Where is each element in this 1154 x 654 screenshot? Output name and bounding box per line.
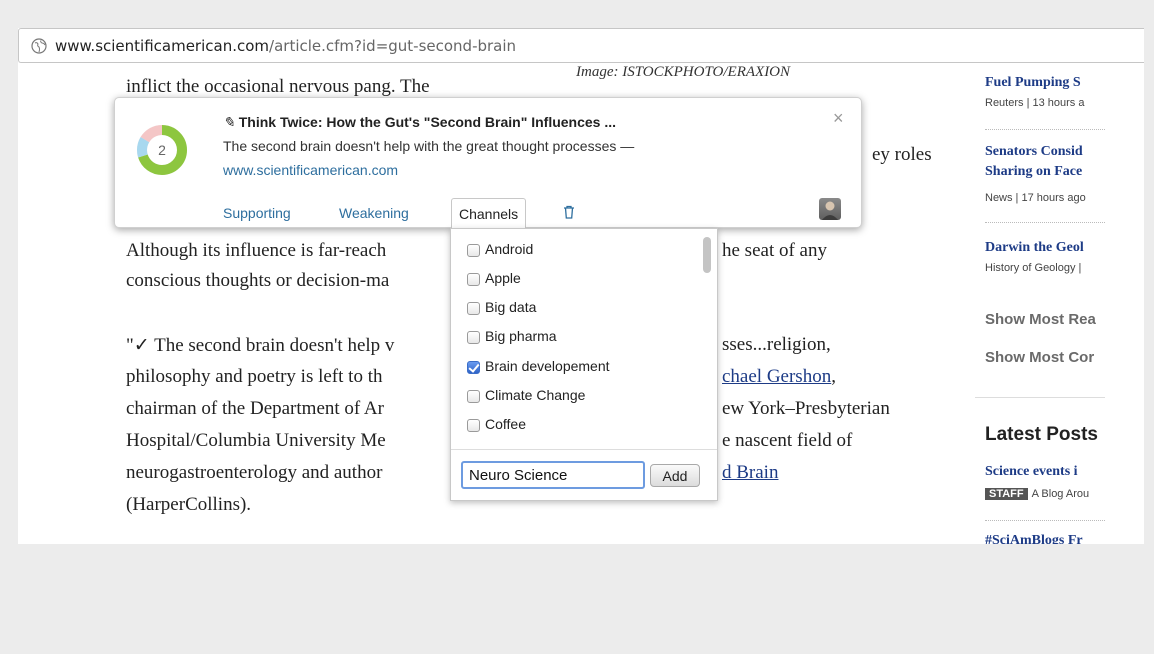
pencil-icon: ✎ — [223, 114, 235, 130]
article-text-line: inflict the occasional nervous pang. The — [126, 76, 430, 97]
add-channel-button[interactable]: Add — [650, 464, 700, 487]
quote-text-line: philosophy and poetry is left to th — [126, 366, 383, 387]
sidebar-headline[interactable]: Darwin the Geol — [985, 240, 1105, 256]
sidebar-meta: News | 17 hours ago — [985, 192, 1086, 204]
sidebar-headline[interactable]: Sharing on Face — [985, 164, 1105, 180]
checkbox[interactable] — [467, 390, 480, 403]
checkbox-checked[interactable] — [467, 361, 480, 374]
quote-text-line: (HarperCollins). — [126, 494, 252, 515]
quote-text-line: chairman of the Department of Ar — [126, 398, 384, 419]
quote-text-line: sses...religion, — [722, 334, 831, 355]
checkbox[interactable] — [467, 331, 480, 344]
checkbox[interactable] — [467, 302, 480, 315]
card-source-link[interactable]: www.scientificamerican.com — [223, 162, 398, 178]
sidebar-headline[interactable]: #SciAmBlogs Fr — [985, 533, 1105, 544]
card-description: The second brain doesn't help with the g… — [223, 138, 635, 154]
quote-text-line: Hospital/Columbia University Me — [126, 430, 386, 451]
quote-text-line: ew York–Presbyterian — [722, 398, 890, 419]
sidebar-meta: History of Geology | — [985, 262, 1082, 274]
annotation-card: 2 ✎ Think Twice: How the Gut's "Second Br… — [114, 97, 862, 228]
divider — [975, 397, 1105, 398]
quote-text-line: e nascent field of — [722, 430, 853, 451]
sidebar-meta: STAFF A Blog Arou — [985, 488, 1105, 500]
url-path: /article.cfm?id=gut-second-brain — [269, 37, 517, 55]
new-channel-input[interactable] — [461, 461, 645, 489]
avatar[interactable] — [819, 198, 841, 220]
address-bar[interactable]: www.scientificamerican.com/article.cfm?i… — [18, 28, 1144, 63]
sidebar-headline[interactable]: Fuel Pumping S — [985, 75, 1105, 91]
url-domain: www.scientificamerican.com — [55, 37, 270, 55]
divider — [451, 449, 717, 450]
divider — [985, 129, 1105, 130]
author-link[interactable]: chael Gershon — [722, 366, 831, 387]
sidebar-headline[interactable]: Science events i — [985, 464, 1105, 480]
globe-icon — [31, 38, 47, 54]
quote-text-line: neurogastroenterology and author — [126, 462, 383, 483]
divider — [985, 222, 1105, 223]
checkbox[interactable] — [467, 419, 480, 432]
book-link[interactable]: d Brain — [722, 462, 778, 483]
trash-icon[interactable] — [563, 205, 575, 219]
image-caption: Image: ISTOCKPHOTO/ERAXION — [576, 64, 791, 80]
article-text-line: conscious thoughts or decision-ma — [126, 270, 390, 291]
sidebar-headline[interactable]: Senators Consid — [985, 144, 1105, 160]
sidebar-meta: Reuters | 13 hours a — [985, 97, 1085, 109]
score-count: 2 — [158, 142, 166, 158]
quote-text-line: chael Gershon, — [722, 366, 836, 388]
url-text[interactable]: www.scientificamerican.com/article.cfm?i… — [55, 37, 516, 55]
channel-list[interactable]: Android Apple Big data Big pharma Brain … — [451, 229, 717, 447]
checkbox[interactable] — [467, 244, 480, 257]
checkbox[interactable] — [467, 273, 480, 286]
latest-posts-heading: Latest Posts — [985, 424, 1098, 445]
quote-text-line: "✓ The second brain doesn't help v — [126, 335, 395, 356]
article-text-line: Although its influence is far-reach — [126, 240, 387, 261]
staff-badge: STAFF — [985, 488, 1028, 500]
channels-dropdown: Android Apple Big data Big pharma Brain … — [450, 228, 718, 501]
comma: , — [831, 366, 836, 387]
quote-text-line: d Brain — [722, 462, 778, 484]
tab-channels[interactable]: Channels — [451, 198, 527, 228]
tab-supporting[interactable]: Supporting — [223, 205, 291, 221]
tab-weakening[interactable]: Weakening — [339, 205, 409, 221]
close-icon[interactable]: × — [833, 108, 844, 129]
score-donut: 2 — [137, 125, 187, 175]
show-most-read-link[interactable]: Show Most Rea — [985, 311, 1105, 328]
article-text-line: he seat of any — [722, 240, 827, 261]
card-title: ✎ Think Twice: How the Gut's "Second Brai… — [223, 114, 617, 130]
divider — [985, 520, 1105, 521]
article-text-line: ey roles — [872, 144, 932, 165]
scrollbar[interactable] — [703, 237, 711, 273]
show-most-commented-link[interactable]: Show Most Cor — [985, 349, 1105, 366]
